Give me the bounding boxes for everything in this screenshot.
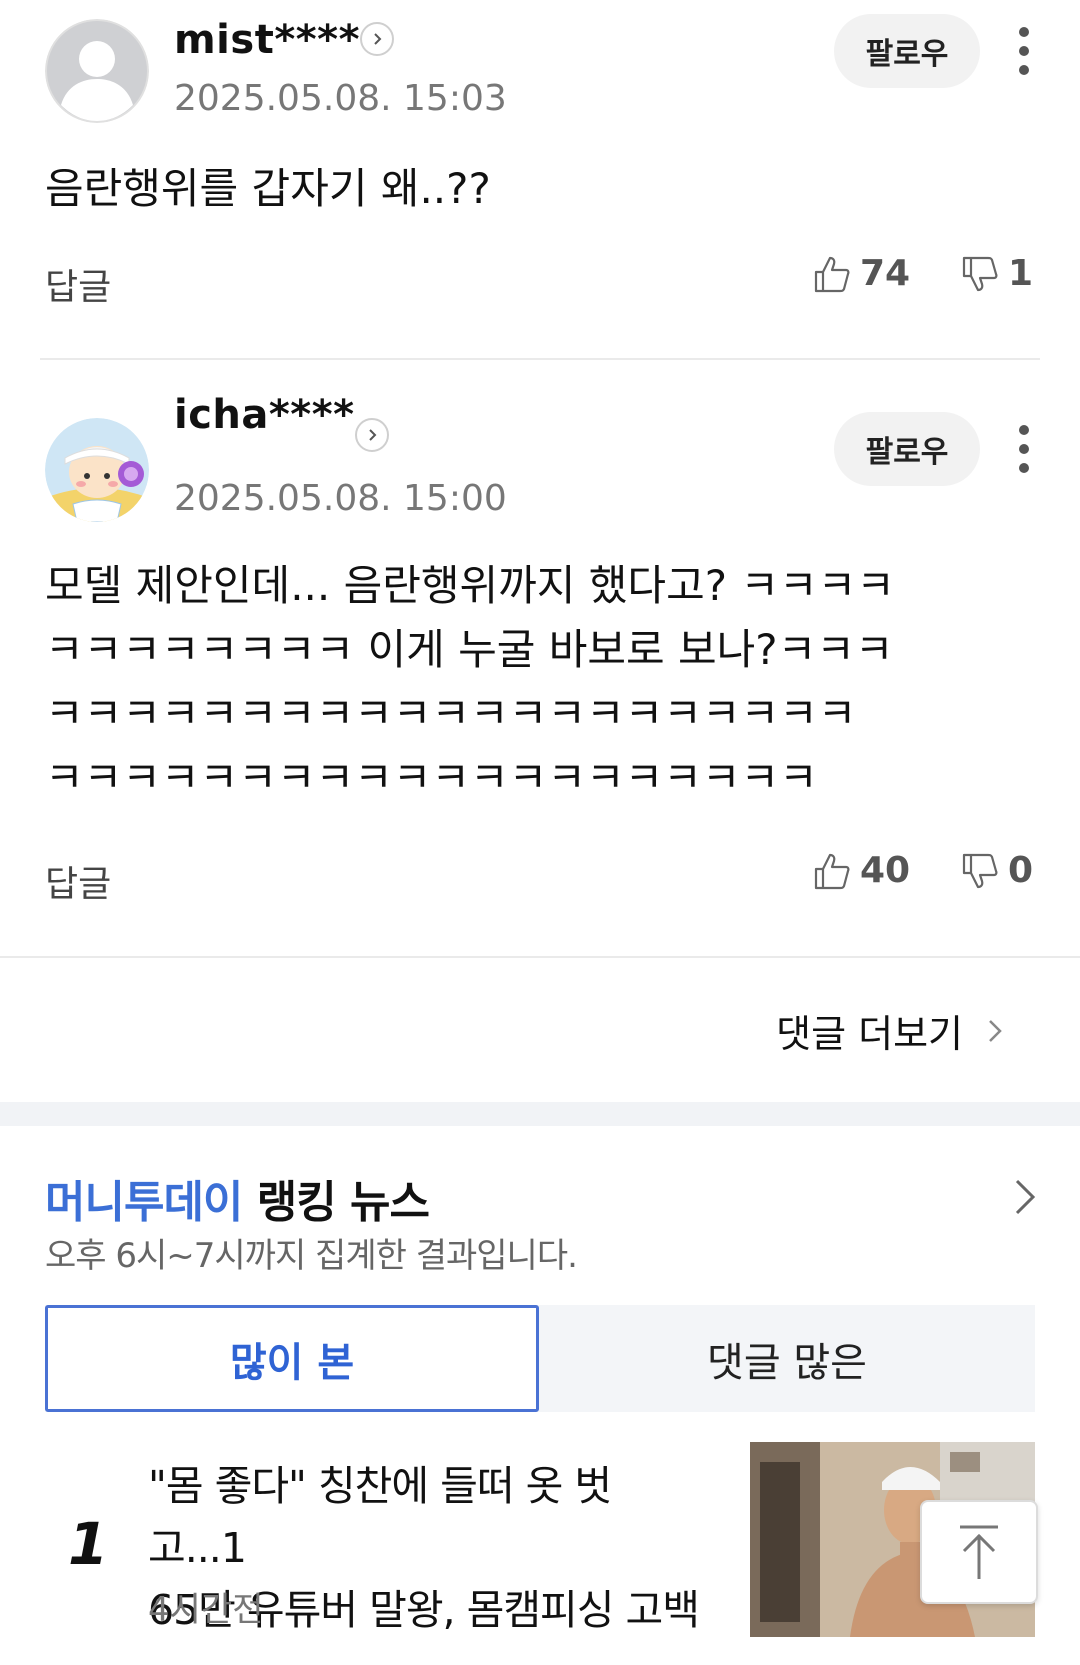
tab-most-viewed[interactable]: 많이 본 [45, 1305, 539, 1412]
section-separator [0, 1102, 1080, 1126]
comment-text-line: 모델 제안인데... 음란행위까지 했다고? ㅋㅋㅋㅋ [45, 561, 895, 610]
chevron-right-icon [989, 1019, 1002, 1042]
more-comments-link[interactable]: 댓글 더보기 [776, 1003, 1005, 1058]
dislike-count: 0 [1008, 850, 1034, 891]
nickname[interactable]: mist**** [174, 17, 360, 63]
like-count: 40 [860, 850, 911, 891]
more-vertical-icon[interactable] [1015, 27, 1033, 87]
nickname[interactable]: icha**** [174, 392, 355, 438]
ranking-title-rest: 랭킹 뉴스 [242, 1177, 430, 1228]
profile-chevron-icon[interactable] [355, 418, 389, 452]
thumbs-up-icon [814, 853, 850, 889]
character-avatar-icon [45, 418, 149, 522]
comment-date: 2025.05.08. 15:03 [174, 78, 507, 119]
default-user-icon [45, 19, 149, 123]
thumbs-up-icon [814, 256, 850, 292]
comment-text-line: ㅋㅋㅋㅋㅋㅋㅋㅋㅋㅋㅋㅋㅋㅋㅋㅋㅋㅋㅋㅋㅋ [45, 689, 857, 738]
dislike-button[interactable]: 1 [960, 253, 1033, 294]
comment-date: 2025.05.08. 15:00 [174, 478, 507, 519]
chevron-right-icon[interactable] [1012, 1176, 1038, 1218]
reply-button[interactable]: 답글 [45, 855, 111, 907]
user-avatar[interactable] [45, 19, 149, 123]
ranking-brand: 머니투데이 [45, 1177, 243, 1228]
section-divider [0, 956, 1080, 958]
scroll-top-icon [960, 1525, 998, 1579]
follow-button[interactable]: 팔로우 [834, 412, 980, 486]
like-button[interactable]: 74 [812, 253, 910, 294]
reply-button[interactable]: 답글 [45, 258, 111, 310]
comment-divider [40, 358, 1040, 360]
ranking-tabs: 많이 본 댓글 많은 [45, 1305, 1035, 1412]
profile-chevron-icon[interactable] [360, 22, 394, 56]
scroll-top-button[interactable] [920, 1500, 1038, 1604]
comment-text: 모델 제안인데... 음란행위까지 했다고? ㅋㅋㅋㅋ ㅋㅋㅋㅋㅋㅋㅋㅋ 이게 … [45, 554, 1005, 810]
user-avatar[interactable] [45, 418, 149, 522]
ranking-number: 1 [68, 1510, 109, 1578]
tab-most-commented[interactable]: 댓글 많은 [539, 1305, 1035, 1412]
like-count: 74 [860, 253, 911, 294]
comment-text-line: ㅋㅋㅋㅋㅋㅋㅋㅋㅋㅋㅋㅋㅋㅋㅋㅋㅋㅋㅋㅋ [45, 753, 818, 802]
like-button[interactable]: 40 [812, 850, 910, 891]
dislike-count: 1 [1008, 253, 1034, 294]
more-comments-label: 댓글 더보기 [776, 1012, 963, 1056]
comment-text-line: ㅋㅋㅋㅋㅋㅋㅋㅋ 이게 누굴 바보로 보나?ㅋㅋㅋ [45, 625, 894, 674]
thumbs-down-icon [962, 256, 998, 291]
ranking-title-line: "몸 좋다" 칭찬에 들떠 옷 벗고...1 [148, 1462, 612, 1572]
comment-text: 음란행위를 갑자기 왜..?? [45, 164, 491, 213]
ranking-title[interactable]: 머니투데이 랭킹 뉴스 [45, 1166, 430, 1230]
follow-button[interactable]: 팔로우 [834, 14, 980, 88]
thumbs-down-icon [962, 853, 998, 888]
ranking-item-time: 4시간전 [148, 1590, 264, 1630]
ranking-subtitle: 오후 6시~7시까지 집계한 결과입니다. [45, 1236, 578, 1276]
dislike-button[interactable]: 0 [960, 850, 1033, 891]
more-vertical-icon[interactable] [1015, 425, 1033, 485]
